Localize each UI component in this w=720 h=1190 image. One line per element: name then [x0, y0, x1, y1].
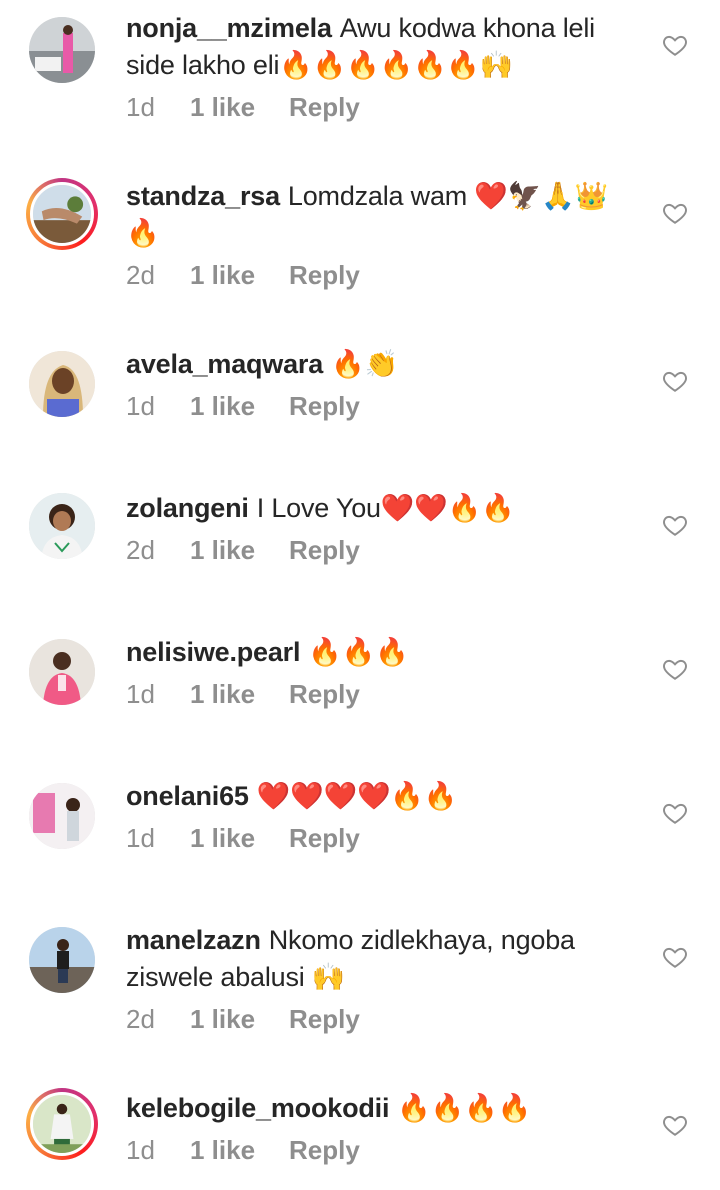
comment-username[interactable]: avela_maqwara [126, 349, 323, 379]
comment-time: 2d [126, 1004, 155, 1034]
comment-text: 🔥👏 [331, 349, 398, 379]
comment-likes[interactable]: 1 like [190, 535, 289, 566]
heart-outline-icon[interactable] [662, 200, 688, 226]
comment-username[interactable]: standza_rsa [126, 181, 280, 211]
heart-outline-icon[interactable] [662, 800, 688, 826]
comment-username[interactable]: manelzazn [126, 925, 261, 955]
heart-outline-icon[interactable] [662, 944, 688, 970]
reply-button[interactable]: Reply [289, 92, 360, 123]
reply-button[interactable]: Reply [289, 260, 360, 291]
heart-outline-icon[interactable] [662, 512, 688, 538]
comment-likes[interactable]: 1 like [190, 391, 289, 422]
comment-text: ❤️❤️❤️❤️🔥🔥 [256, 781, 458, 811]
comment-text: I Love You❤️❤️🔥🔥 [256, 493, 515, 523]
comment-time: 2d [126, 260, 155, 290]
comment-username[interactable]: onelani65 [126, 781, 249, 811]
comment-username[interactable]: nelisiwe.pearl [126, 637, 300, 667]
reply-button[interactable]: Reply [289, 391, 360, 422]
avatar[interactable] [26, 490, 98, 562]
heart-outline-icon[interactable] [662, 368, 688, 394]
comment-likes[interactable]: 1 like [190, 92, 289, 123]
avatar[interactable] [26, 924, 98, 996]
comment-likes[interactable]: 1 like [190, 823, 289, 854]
avatar[interactable] [26, 636, 98, 708]
comment-text: 🔥🔥🔥🔥 [397, 1093, 531, 1123]
comment-likes[interactable]: 1 like [190, 1135, 289, 1166]
reply-button[interactable]: Reply [289, 679, 360, 710]
comment-username[interactable]: kelebogile_mookodii [126, 1093, 389, 1123]
avatar[interactable] [26, 780, 98, 852]
reply-button[interactable]: Reply [289, 535, 360, 566]
reply-button[interactable]: Reply [289, 1135, 360, 1166]
comment-time: 1d [126, 823, 155, 853]
comment-time: 1d [126, 92, 155, 122]
comment-text: 🔥🔥🔥 [308, 637, 409, 667]
comment-username[interactable]: nonja__mzimela [126, 13, 332, 43]
comment-time: 1d [126, 391, 155, 421]
comment-time: 2d [126, 535, 155, 565]
comment-time: 1d [126, 679, 155, 709]
comment-likes[interactable]: 1 like [190, 679, 289, 710]
comment-time: 1d [126, 1135, 155, 1165]
comment-likes[interactable]: 1 like [190, 260, 289, 291]
reply-button[interactable]: Reply [289, 823, 360, 854]
heart-outline-icon[interactable] [662, 656, 688, 682]
avatar[interactable] [26, 178, 98, 250]
avatar[interactable] [26, 1088, 98, 1160]
reply-button[interactable]: Reply [289, 1004, 360, 1035]
comment-username[interactable]: zolangeni [126, 493, 249, 523]
avatar[interactable] [26, 14, 98, 86]
heart-outline-icon[interactable] [662, 32, 688, 58]
heart-outline-icon[interactable] [662, 1112, 688, 1138]
comment-likes[interactable]: 1 like [190, 1004, 289, 1035]
avatar[interactable] [26, 348, 98, 420]
